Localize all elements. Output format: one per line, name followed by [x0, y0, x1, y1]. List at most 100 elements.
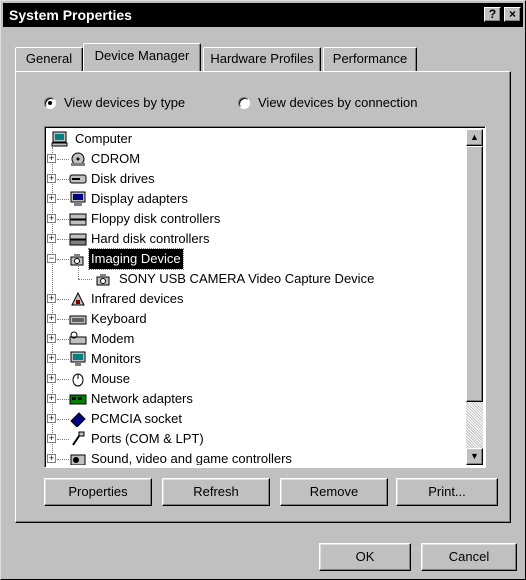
- expand-icon[interactable]: +: [47, 234, 56, 243]
- view-by-type-radio[interactable]: [44, 97, 56, 109]
- tree-item-sound-video-and-game-controllers[interactable]: + Sound, video and game controllers: [47, 449, 465, 465]
- floppy-controller-icon: [69, 213, 87, 226]
- expand-icon[interactable]: +: [47, 354, 56, 363]
- print-button[interactable]: Print...: [396, 478, 498, 506]
- expand-icon[interactable]: +: [47, 374, 56, 383]
- expand-icon[interactable]: +: [47, 294, 56, 303]
- tree-connector: [57, 379, 69, 380]
- tree-connector: [57, 439, 69, 440]
- refresh-button[interactable]: Refresh: [162, 478, 270, 506]
- expand-icon[interactable]: +: [47, 394, 56, 403]
- tree-item-label: Infrared devices: [91, 291, 184, 306]
- tree-item-label: Ports (COM & LPT): [91, 431, 204, 446]
- tab-hardware-profiles[interactable]: Hardware Profiles: [203, 47, 321, 71]
- tree-item-disk-drives[interactable]: + Disk drives: [47, 169, 465, 189]
- expand-icon[interactable]: +: [47, 434, 56, 443]
- tree-connector: [57, 339, 69, 340]
- expand-icon[interactable]: +: [47, 454, 56, 463]
- tree-item-modem[interactable]: + Modem: [47, 329, 465, 349]
- tree-item-label: Keyboard: [91, 311, 147, 326]
- expand-icon[interactable]: +: [47, 174, 56, 183]
- tree-item-ports-com-lpt[interactable]: + Ports (COM & LPT): [47, 429, 465, 449]
- device-tree-content: Computer + CDROM + Disk drives + Display adap…: [47, 129, 465, 465]
- tree-connector: [57, 459, 69, 460]
- tree-connector: [57, 199, 69, 200]
- monitor-icon: [70, 351, 86, 366]
- device-manager-panel: View devices by type View devices by con…: [15, 71, 511, 523]
- tree-item-label: Display adapters: [91, 191, 188, 206]
- tree-item-label: Mouse: [91, 371, 131, 386]
- expand-icon[interactable]: +: [47, 194, 56, 203]
- expand-icon[interactable]: +: [47, 154, 56, 163]
- tree-connector: [57, 359, 69, 360]
- expand-icon[interactable]: +: [47, 334, 56, 343]
- tab-device-manager[interactable]: Device Manager: [83, 43, 201, 71]
- tree-item-cdrom[interactable]: + CDROM: [47, 149, 465, 169]
- tree-item-label: Hard disk controllers: [91, 231, 210, 246]
- view-by-connection-radio[interactable]: [238, 97, 250, 109]
- tree-connector: [57, 219, 69, 220]
- ok-button[interactable]: OK: [319, 543, 411, 571]
- tree-item-network-adapters[interactable]: + Network adapters: [47, 389, 465, 409]
- network-adapter-icon: [69, 394, 87, 405]
- tab-general[interactable]: General: [15, 47, 83, 71]
- infrared-icon: [71, 291, 85, 306]
- tree-item-label: Disk drives: [91, 171, 155, 186]
- expand-icon[interactable]: +: [47, 414, 56, 423]
- window-title: System Properties: [9, 7, 132, 23]
- keyboard-icon: [69, 315, 87, 325]
- hard-disk-controller-icon: [69, 233, 87, 246]
- view-by-connection-label: View devices by connection: [258, 95, 418, 110]
- collapse-icon[interactable]: −: [47, 254, 56, 263]
- remove-button[interactable]: Remove: [280, 478, 388, 506]
- tree-connector: [57, 399, 69, 400]
- tree-item-monitors[interactable]: + Monitors: [47, 349, 465, 369]
- tree-item-hard-disk-controllers[interactable]: + Hard disk controllers: [47, 229, 465, 249]
- tree-item-label: Imaging Device: [88, 248, 184, 270]
- scroll-up-button[interactable]: ▲: [466, 129, 483, 146]
- tree-item-label: Modem: [91, 331, 135, 346]
- tree-item-imaging-device[interactable]: − Imaging Device: [47, 248, 465, 270]
- display-adapter-icon: [70, 191, 86, 206]
- tree-vertical-scrollbar[interactable]: ▲ ▼: [466, 129, 483, 465]
- mouse-icon: [72, 373, 84, 387]
- tree-connector: [78, 279, 92, 280]
- tree-connector: [78, 263, 79, 279]
- tree-item-label: Sound, video and game controllers: [91, 451, 292, 465]
- tree-item-sony-usb-camera-video-capture-device[interactable]: SONY USB CAMERA Video Capture Device: [47, 263, 465, 289]
- close-button[interactable]: ×: [504, 7, 521, 22]
- tree-item-floppy-disk-controllers[interactable]: + Floppy disk controllers: [47, 209, 465, 229]
- cdrom-icon: [71, 152, 85, 166]
- system-properties-window: System Properties ? × General Device Man…: [0, 0, 526, 580]
- tree-connector: [57, 159, 69, 160]
- tree-item-infrared-devices[interactable]: + Infrared devices: [47, 289, 465, 309]
- camera-icon: [96, 274, 110, 286]
- tree-item-pcmcia-socket[interactable]: + PCMCIA socket: [47, 409, 465, 429]
- tree-connector: [57, 259, 69, 260]
- tree-item-label: Monitors: [91, 351, 141, 366]
- scroll-thumb[interactable]: [466, 146, 483, 402]
- device-tree[interactable]: Computer + CDROM + Disk drives + Display adap…: [44, 126, 486, 468]
- tree-item-label: CDROM: [91, 151, 141, 166]
- help-button[interactable]: ?: [484, 7, 501, 22]
- pcmcia-icon: [70, 412, 86, 427]
- title-bar[interactable]: System Properties ? ×: [3, 3, 523, 27]
- cancel-button[interactable]: Cancel: [421, 543, 517, 571]
- view-by-type-label: View devices by type: [64, 95, 186, 110]
- tree-connector: [57, 299, 69, 300]
- tab-performance[interactable]: Performance: [323, 47, 417, 71]
- view-by-connection-option[interactable]: View devices by connection: [238, 94, 417, 112]
- tree-item-label: Floppy disk controllers: [91, 211, 221, 226]
- tree-item-label: Network adapters: [91, 391, 193, 406]
- properties-button[interactable]: Properties: [44, 478, 152, 506]
- expand-icon[interactable]: +: [47, 214, 56, 223]
- tree-item-label: SONY USB CAMERA Video Capture Device: [119, 271, 375, 286]
- tree-item-display-adapters[interactable]: + Display adapters: [47, 189, 465, 209]
- view-by-type-option[interactable]: View devices by type: [44, 94, 185, 112]
- tree-item-mouse[interactable]: + Mouse: [47, 369, 465, 389]
- expand-icon[interactable]: +: [47, 314, 56, 323]
- scroll-down-button[interactable]: ▼: [466, 448, 483, 465]
- disk-drive-icon: [69, 174, 87, 184]
- tree-connector: [57, 319, 69, 320]
- tree-item-keyboard[interactable]: + Keyboard: [47, 309, 465, 329]
